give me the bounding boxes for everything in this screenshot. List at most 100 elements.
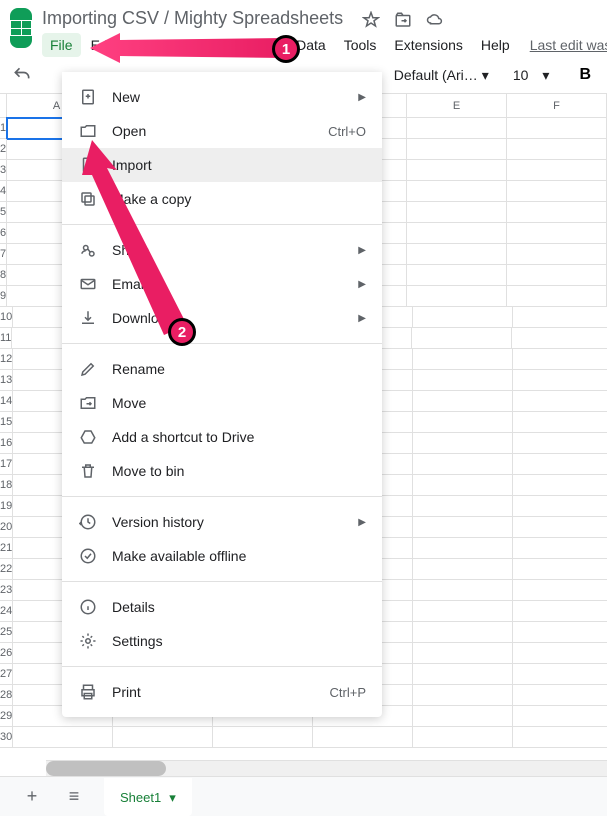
row-header[interactable]: 22 (0, 559, 13, 580)
sheets-logo[interactable] (10, 8, 32, 48)
menu-view[interactable]: View (125, 33, 171, 57)
row-header[interactable]: 9 (0, 286, 7, 307)
menu-item-move-to-bin[interactable]: Move to bin (62, 454, 382, 488)
row-header[interactable]: 19 (0, 496, 13, 517)
row-header[interactable]: 24 (0, 601, 13, 622)
select-all-corner[interactable] (0, 94, 7, 117)
menu-item-print[interactable]: PrintCtrl+P (62, 675, 382, 709)
cell[interactable] (407, 202, 507, 223)
menu-item-version-history[interactable]: Version history▶ (62, 505, 382, 539)
cell[interactable] (513, 370, 607, 391)
last-edit-link[interactable]: Last edit was (530, 33, 607, 57)
cell[interactable] (413, 622, 513, 643)
row-header[interactable]: 4 (0, 181, 7, 202)
menu-edit[interactable]: Edit (83, 33, 123, 57)
row-header[interactable]: 14 (0, 391, 13, 412)
cell[interactable] (507, 265, 607, 286)
cell[interactable] (513, 622, 607, 643)
font-selector[interactable]: Default (Ari… ▾ (394, 67, 489, 84)
cell[interactable] (407, 223, 507, 244)
row-header[interactable]: 3 (0, 160, 7, 181)
cell[interactable] (413, 643, 513, 664)
cell[interactable] (413, 727, 513, 748)
cell[interactable] (413, 664, 513, 685)
cell[interactable] (412, 328, 512, 349)
row-header[interactable]: 8 (0, 265, 7, 286)
cell[interactable] (413, 475, 513, 496)
cell[interactable] (413, 307, 513, 328)
row-header[interactable]: 10 (0, 307, 13, 328)
cell[interactable] (513, 664, 607, 685)
menu-item-make-available-offline[interactable]: Make available offline (62, 539, 382, 573)
all-sheets-button[interactable]: ≡ (62, 785, 86, 809)
menu-item-share[interactable]: Share▶ (62, 233, 382, 267)
cell[interactable] (407, 160, 507, 181)
menu-help[interactable]: Help (473, 33, 518, 57)
menu-item-add-a-shortcut-to-drive[interactable]: Add a shortcut to Drive (62, 420, 382, 454)
row-header[interactable]: 12 (0, 349, 13, 370)
cell[interactable] (507, 286, 607, 307)
cell[interactable] (413, 517, 513, 538)
cell[interactable] (513, 454, 607, 475)
undo-button[interactable] (10, 63, 34, 87)
row-header[interactable]: 17 (0, 454, 13, 475)
cloud-icon[interactable] (426, 11, 444, 29)
cell[interactable] (413, 391, 513, 412)
font-size-selector[interactable]: 10 ▾ (499, 67, 564, 84)
menu-extensions[interactable]: Extensions (386, 33, 470, 57)
chevron-down-icon[interactable]: ▾ (169, 790, 176, 806)
cell[interactable] (513, 727, 607, 748)
star-icon[interactable] (362, 11, 380, 29)
row-header[interactable]: 21 (0, 538, 13, 559)
cell[interactable] (413, 580, 513, 601)
cell[interactable] (507, 139, 607, 160)
menu-item-download[interactable]: Download▶ (62, 301, 382, 335)
row-header[interactable]: 29 (0, 706, 13, 727)
menu-item-import[interactable]: Import (62, 148, 382, 182)
row-header[interactable]: 16 (0, 433, 13, 454)
col-header[interactable]: F (507, 94, 607, 117)
cell[interactable] (413, 349, 513, 370)
cell[interactable] (513, 391, 607, 412)
cell[interactable] (413, 454, 513, 475)
horizontal-scrollbar[interactable] (46, 760, 607, 776)
row-header[interactable]: 13 (0, 370, 13, 391)
cell[interactable] (513, 517, 607, 538)
cell[interactable] (513, 538, 607, 559)
cell[interactable] (413, 601, 513, 622)
cell[interactable] (512, 328, 607, 349)
row-header[interactable]: 20 (0, 517, 13, 538)
cell[interactable] (513, 475, 607, 496)
cell[interactable] (413, 559, 513, 580)
row-header[interactable]: 27 (0, 664, 13, 685)
cell[interactable] (407, 265, 507, 286)
row-header[interactable]: 11 (0, 328, 12, 349)
menu-item-open[interactable]: OpenCtrl+O (62, 114, 382, 148)
row-header[interactable]: 23 (0, 580, 13, 601)
cell[interactable] (407, 244, 507, 265)
menu-item-rename[interactable]: Rename (62, 352, 382, 386)
cell[interactable] (413, 370, 513, 391)
row-header[interactable]: 26 (0, 643, 13, 664)
row-header[interactable]: 30 (0, 727, 13, 748)
cell[interactable] (513, 307, 607, 328)
cell[interactable] (413, 496, 513, 517)
menu-tools[interactable]: Tools (336, 33, 385, 57)
cell[interactable] (513, 580, 607, 601)
menu-insert[interactable]: Insert (173, 33, 224, 57)
bold-button[interactable]: B (573, 66, 597, 84)
menu-item-new[interactable]: New▶ (62, 80, 382, 114)
row-header[interactable]: 15 (0, 412, 13, 433)
cell[interactable] (513, 349, 607, 370)
menu-item-move[interactable]: Move (62, 386, 382, 420)
cell[interactable] (407, 181, 507, 202)
cell[interactable] (313, 727, 413, 748)
cell[interactable] (513, 559, 607, 580)
cell[interactable] (407, 139, 507, 160)
sheet-tab[interactable]: Sheet1 ▾ (104, 778, 192, 816)
cell[interactable] (513, 643, 607, 664)
cell[interactable] (507, 118, 607, 139)
row-header[interactable]: 2 (0, 139, 7, 160)
add-sheet-button[interactable]: + (20, 785, 44, 809)
cell[interactable] (413, 433, 513, 454)
